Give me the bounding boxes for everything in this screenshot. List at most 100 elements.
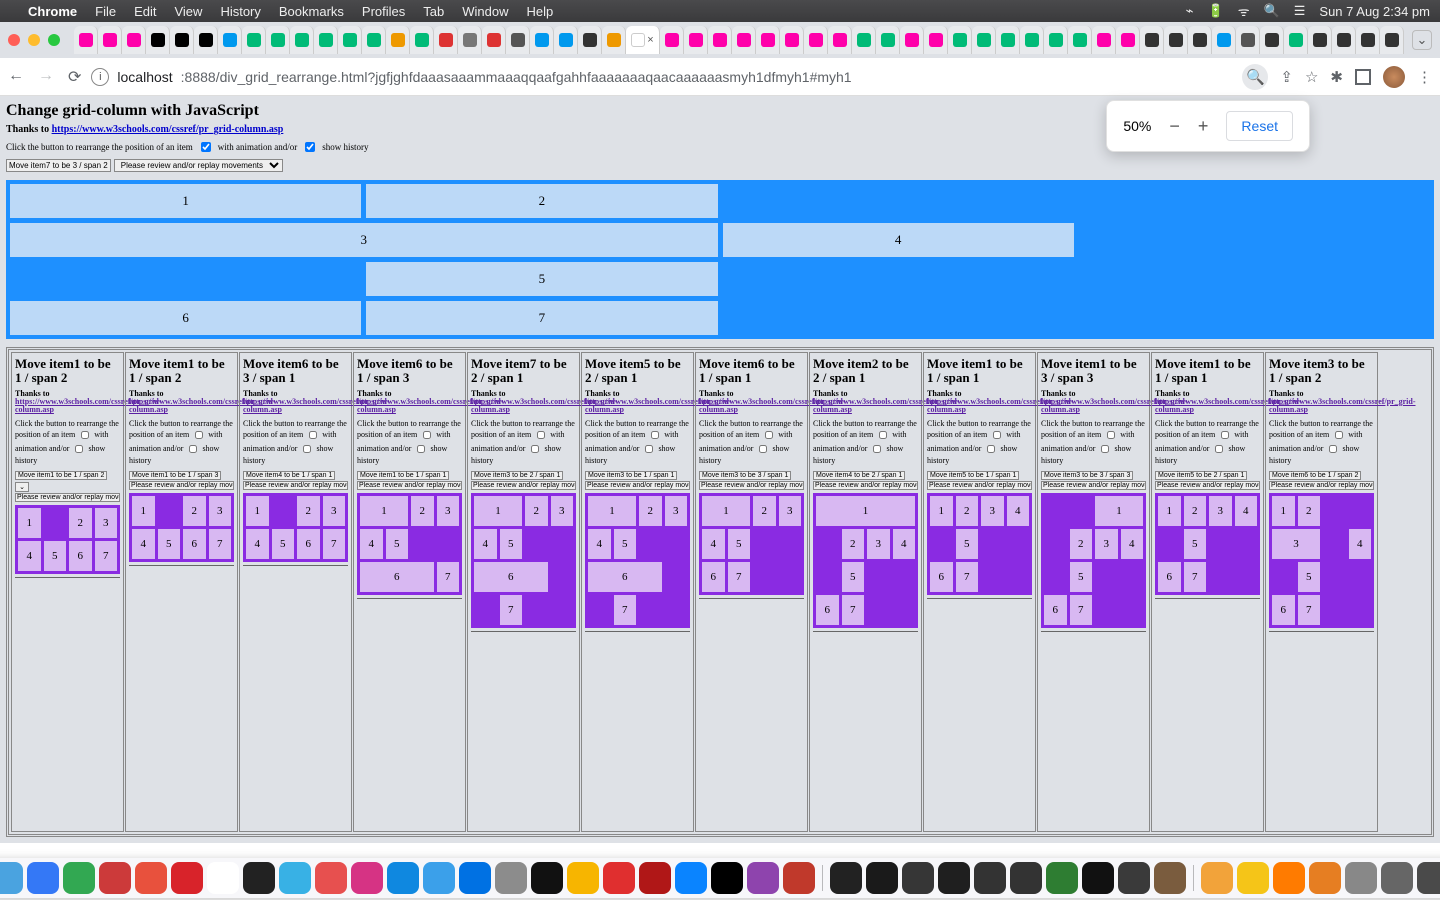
panel-move-button[interactable]: Move item1 to be 1 / span 3 <box>129 471 221 480</box>
history-checkbox[interactable] <box>305 142 315 152</box>
browser-tab[interactable] <box>266 26 290 54</box>
dock-app[interactable] <box>567 862 599 894</box>
dock-app[interactable] <box>351 862 383 894</box>
sidepanel-icon[interactable] <box>1355 69 1371 85</box>
browser-tab[interactable] <box>1236 26 1260 54</box>
browser-tab[interactable] <box>1284 26 1308 54</box>
browser-tab[interactable]: × <box>626 26 660 54</box>
close-tab-icon[interactable]: × <box>647 34 653 46</box>
browser-tab[interactable] <box>948 26 972 54</box>
panel-anim-checkbox[interactable] <box>879 431 887 439</box>
panel-anim-checkbox[interactable] <box>993 431 1001 439</box>
browser-tab[interactable] <box>684 26 708 54</box>
dock-app[interactable] <box>279 862 311 894</box>
panel-replay-select[interactable]: Please review and/or replay movemt <box>585 481 690 490</box>
browser-tab[interactable] <box>482 26 506 54</box>
browser-tab[interactable] <box>828 26 852 54</box>
panel-replay-select[interactable]: Please review and/or replay movemt <box>243 481 348 490</box>
browser-tab[interactable] <box>972 26 996 54</box>
dock-app[interactable] <box>99 862 131 894</box>
dock-app[interactable] <box>0 862 23 894</box>
panel-replay-select[interactable]: Please review and/or replay movemt <box>1269 481 1374 490</box>
panel-move-button[interactable]: Move item5 to be 2 / span 1 <box>1155 471 1247 480</box>
dock-app[interactable] <box>63 862 95 894</box>
dock-app[interactable] <box>1082 862 1114 894</box>
menu-view[interactable]: View <box>174 4 202 19</box>
panel-hist-checkbox[interactable] <box>759 445 767 453</box>
panel-hist-checkbox[interactable] <box>1101 445 1109 453</box>
menu-file[interactable]: File <box>95 4 116 19</box>
panel-hist-checkbox[interactable] <box>873 445 881 453</box>
dock-app[interactable] <box>1309 862 1341 894</box>
menu-history[interactable]: History <box>220 4 260 19</box>
browser-tab[interactable] <box>1332 26 1356 54</box>
browser-tab[interactable] <box>660 26 684 54</box>
chrome-menu-icon[interactable]: ⋮ <box>1417 68 1432 86</box>
panel-anim-checkbox[interactable] <box>195 431 203 439</box>
browser-tab[interactable] <box>924 26 948 54</box>
browser-tab[interactable] <box>554 26 578 54</box>
dock-app[interactable] <box>1010 862 1042 894</box>
panel-hist-checkbox[interactable] <box>303 445 311 453</box>
browser-tab[interactable] <box>74 26 98 54</box>
dock-app[interactable] <box>459 862 491 894</box>
dock-app[interactable] <box>830 862 862 894</box>
panel-move-button[interactable]: Move item1 to be 1 / span 2 <box>15 471 107 480</box>
panel-move-button[interactable]: Move item3 to be 3 / span 3 <box>1041 471 1133 480</box>
browser-tab[interactable] <box>876 26 900 54</box>
site-info-icon[interactable]: i <box>91 68 109 86</box>
back-button[interactable]: ← <box>8 67 24 87</box>
profile-avatar[interactable] <box>1383 66 1405 88</box>
panel-replay-select[interactable]: Please review and/or replay movemt <box>699 481 804 490</box>
browser-tab[interactable] <box>1164 26 1188 54</box>
browser-tab[interactable] <box>194 26 218 54</box>
browser-tab[interactable] <box>122 26 146 54</box>
thanks-link[interactable]: https://www.w3schools.com/cssref/pr_grid… <box>52 124 284 135</box>
browser-tab[interactable] <box>804 26 828 54</box>
panel-replay-select[interactable]: Please review and/or replay movemt <box>15 493 120 502</box>
tabs-overflow-button[interactable]: ⌄ <box>1412 30 1432 50</box>
dock-app[interactable] <box>974 862 1006 894</box>
bookmark-star-icon[interactable]: ☆ <box>1305 68 1318 86</box>
panel-thanks-link[interactable]: https://www.w3schools.com/cssref/pr_grid… <box>1269 397 1416 414</box>
control-center-icon[interactable]: ☰ <box>1294 3 1306 19</box>
panel-replay-select[interactable]: Please review and/or replay movemt <box>471 481 576 490</box>
bluetooth-icon[interactable]: ⌁ <box>1186 3 1194 19</box>
browser-tab[interactable] <box>434 26 458 54</box>
browser-tab[interactable] <box>1356 26 1380 54</box>
browser-tab[interactable] <box>362 26 386 54</box>
browser-tab[interactable] <box>996 26 1020 54</box>
panel-replay-select[interactable]: Please review and/or replay movemt <box>357 481 462 490</box>
share-icon[interactable]: ⇪ <box>1280 68 1293 86</box>
replay-select[interactable]: Please review and/or replay movements <box>114 159 283 172</box>
browser-tab[interactable] <box>1116 26 1140 54</box>
dock-app[interactable] <box>1237 862 1269 894</box>
browser-tab[interactable] <box>852 26 876 54</box>
dock-app[interactable] <box>135 862 167 894</box>
panel-anim-checkbox[interactable] <box>1221 431 1229 439</box>
minimize-window-button[interactable] <box>28 34 40 46</box>
browser-tab[interactable] <box>1260 26 1284 54</box>
panel-hist-checkbox[interactable] <box>417 445 425 453</box>
panel-move-button[interactable]: Move item3 to be 2 / span 1 <box>471 471 563 480</box>
omnibox[interactable]: i localhost:8888/div_grid_rearrange.html… <box>91 68 1232 86</box>
panel-replay-select[interactable]: Please review and/or replay movemt <box>813 481 918 490</box>
menu-profiles[interactable]: Profiles <box>362 4 405 19</box>
panel-anim-checkbox[interactable] <box>423 431 431 439</box>
dock-app[interactable] <box>603 862 635 894</box>
panel-move-button[interactable]: Move item4 to be 1 / span 1 <box>243 471 335 480</box>
browser-tab[interactable] <box>756 26 780 54</box>
browser-tab[interactable] <box>218 26 242 54</box>
dock-app[interactable] <box>207 862 239 894</box>
wifi-icon[interactable]: ᯤ <box>1238 2 1250 20</box>
dock-app[interactable] <box>1417 862 1440 894</box>
dock-app[interactable] <box>423 862 455 894</box>
panel-move-button[interactable]: Move item1 to be 1 / span 1 <box>357 471 449 480</box>
browser-tab[interactable] <box>98 26 122 54</box>
dock-app[interactable] <box>1381 862 1413 894</box>
dock-app[interactable] <box>1046 862 1078 894</box>
battery-icon[interactable]: 🔋 <box>1208 3 1224 19</box>
panel-anim-checkbox[interactable] <box>1107 431 1115 439</box>
menubar-clock[interactable]: Sun 7 Aug 2:34 pm <box>1319 4 1430 19</box>
extensions-icon[interactable]: ✱ <box>1330 68 1343 86</box>
